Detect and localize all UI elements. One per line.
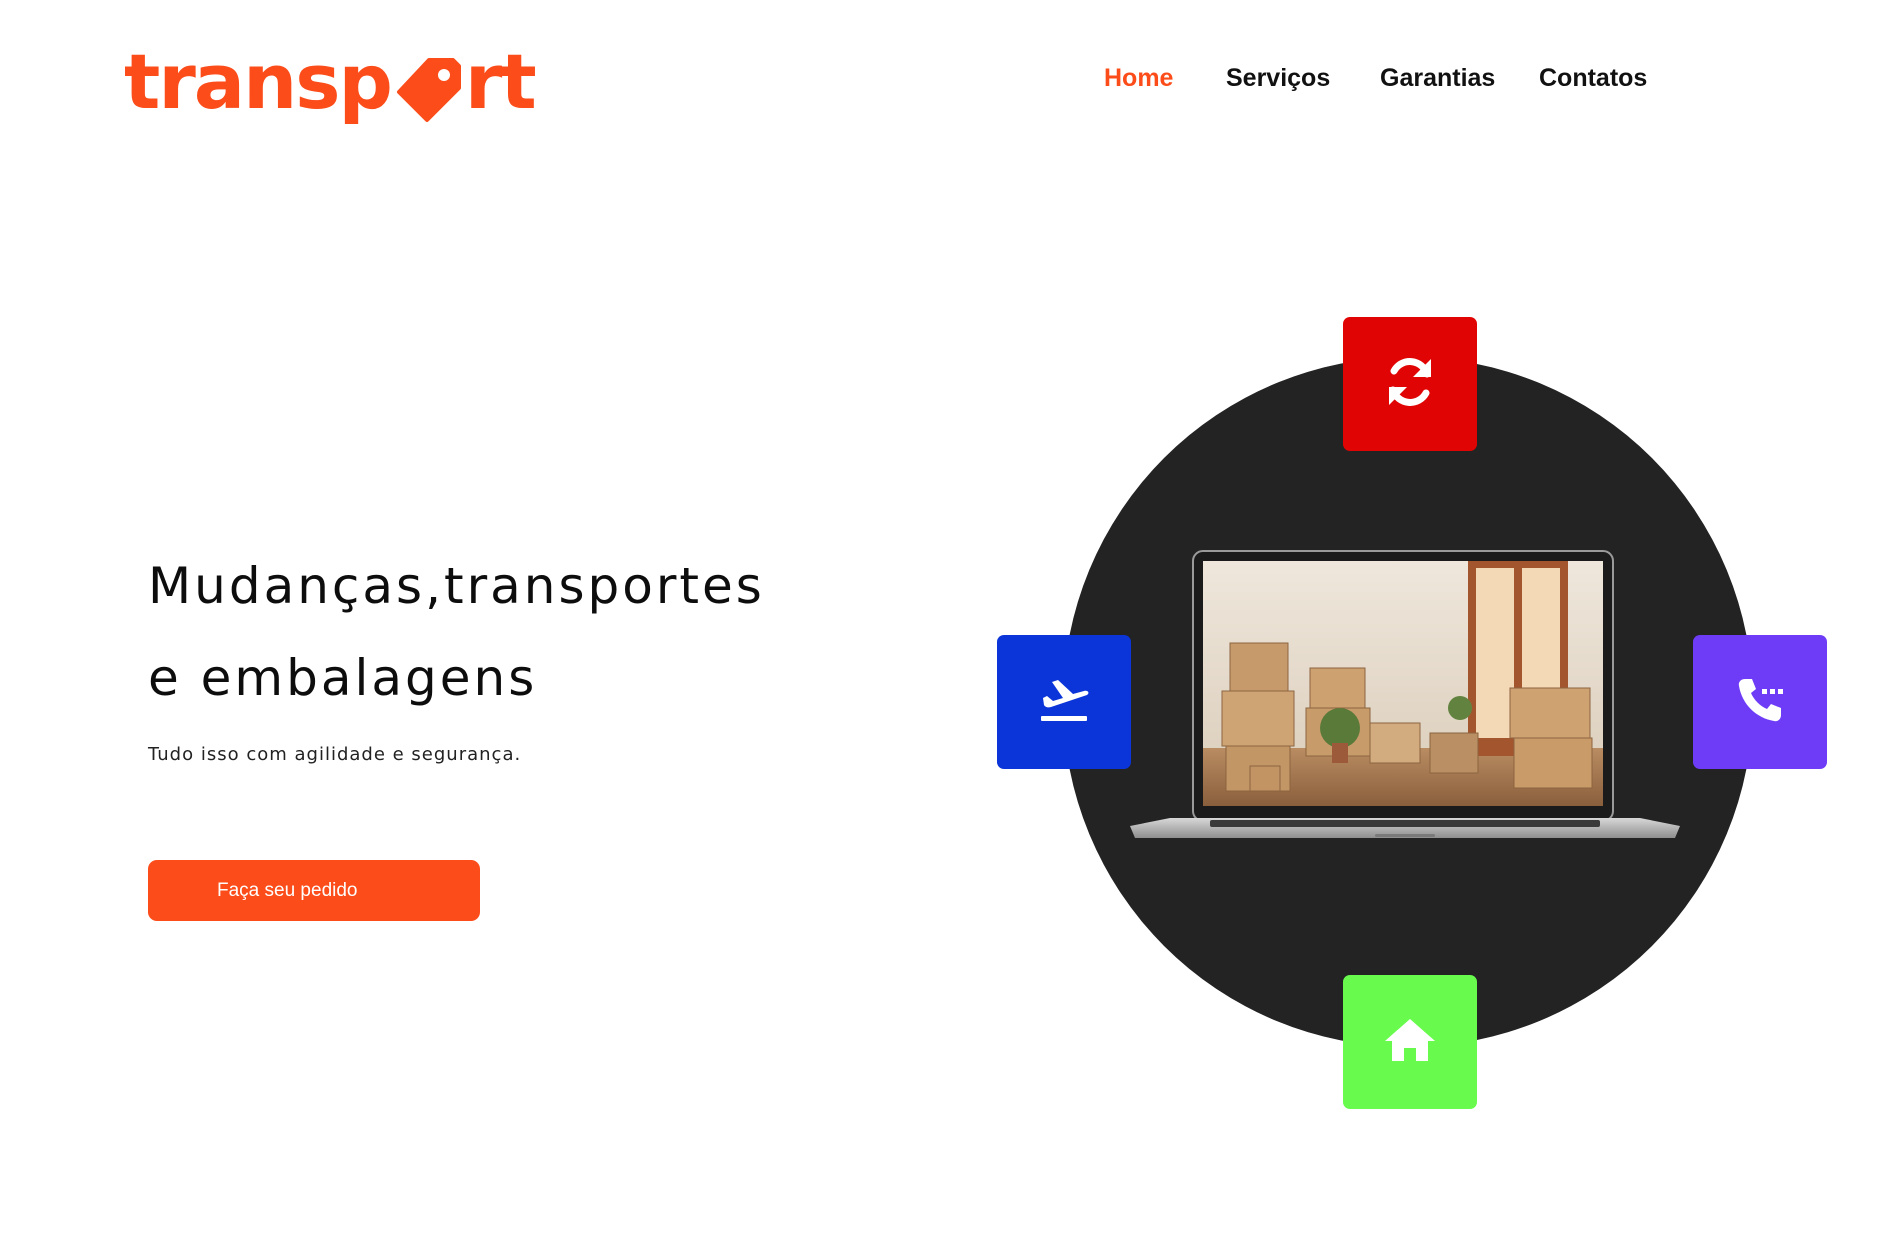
price-tag-icon	[393, 56, 463, 126]
laptop-illustration	[1130, 548, 1680, 853]
hero-headline-line1: Mudanças,transportes	[148, 557, 765, 615]
hero-headline: Mudanças,transportes e embalagens	[148, 540, 765, 724]
brand-logo[interactable]: transp rt	[124, 30, 537, 126]
flight-tile[interactable]	[997, 635, 1131, 769]
refresh-icon	[1384, 353, 1436, 416]
phone-dots-icon	[1735, 675, 1785, 730]
home-tile[interactable]	[1343, 975, 1477, 1109]
refresh-tile[interactable]	[1343, 317, 1477, 451]
order-button[interactable]: Faça seu pedido	[148, 860, 480, 921]
hero-subtitle: Tudo isso com agilidade e segurança.	[148, 744, 522, 765]
airplane-takeoff-icon	[1037, 676, 1091, 729]
phone-tile[interactable]	[1693, 635, 1827, 769]
nav-item-home[interactable]: Home	[1104, 64, 1173, 93]
nav-item-servicos[interactable]: Serviços	[1226, 64, 1330, 93]
home-icon	[1384, 1017, 1436, 1068]
nav-item-contatos[interactable]: Contatos	[1539, 64, 1647, 93]
logo-text-suffix: rt	[464, 37, 537, 126]
nav-item-garantias[interactable]: Garantias	[1380, 64, 1495, 93]
hero-headline-line2: e embalagens	[148, 649, 538, 707]
logo-text-prefix: transp	[124, 37, 393, 126]
